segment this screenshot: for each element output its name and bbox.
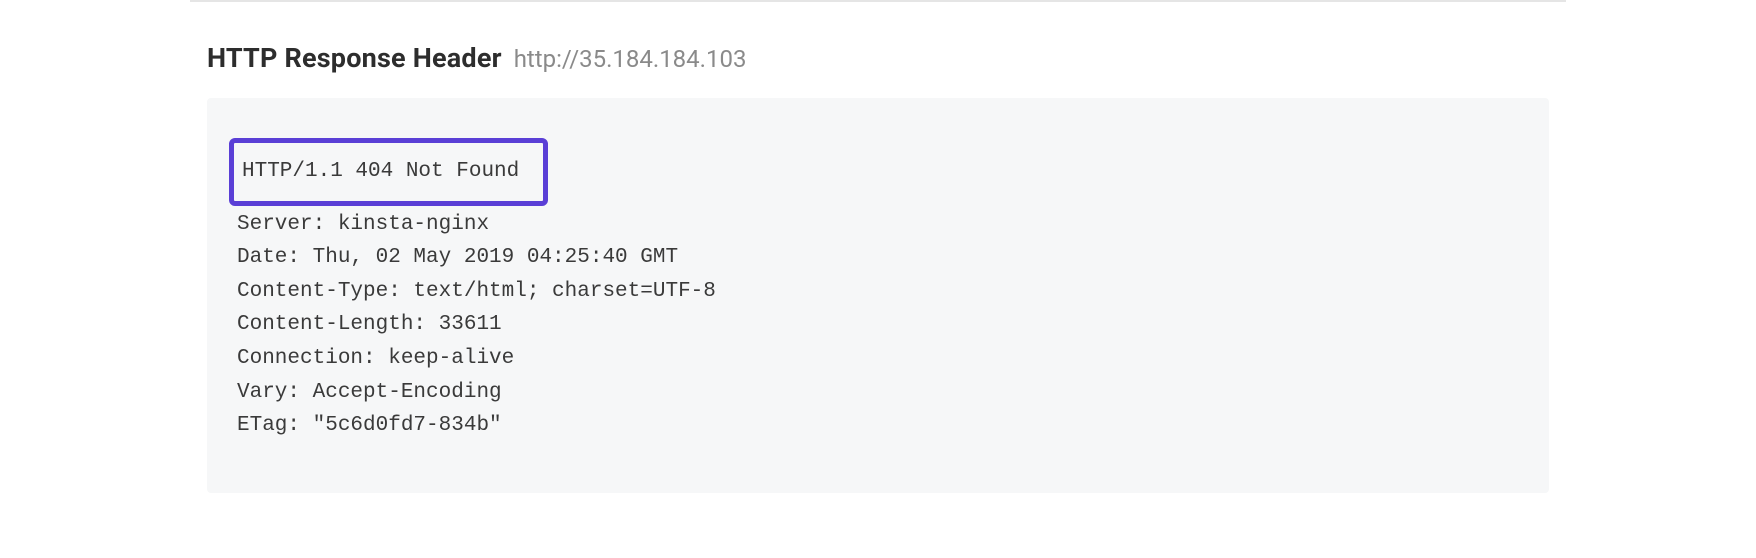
- header-line: ETag: "5c6d0fd7-834b": [237, 409, 1519, 443]
- header-line: Connection: keep-alive: [237, 342, 1519, 376]
- header-line: Date: Thu, 02 May 2019 04:25:40 GMT: [237, 241, 1519, 275]
- header-line: Content-Length: 33611: [237, 308, 1519, 342]
- section-url: http://35.184.184.103: [514, 45, 747, 73]
- header-line: Content-Type: text/html; charset=UTF-8: [237, 275, 1519, 309]
- section-divider: [190, 0, 1566, 2]
- response-header-panel: HTTP/1.1 404 Not Found Server: kinsta-ng…: [207, 98, 1549, 493]
- status-line-highlight: HTTP/1.1 404 Not Found: [229, 138, 548, 206]
- status-line: HTTP/1.1 404 Not Found: [242, 160, 519, 183]
- heading-row: HTTP Response Header http://35.184.184.1…: [207, 42, 1549, 74]
- header-line: Server: kinsta-nginx: [237, 208, 1519, 242]
- header-line: Vary: Accept-Encoding: [237, 376, 1519, 410]
- content-area: HTTP Response Header http://35.184.184.1…: [0, 42, 1756, 493]
- section-title: HTTP Response Header: [207, 42, 502, 74]
